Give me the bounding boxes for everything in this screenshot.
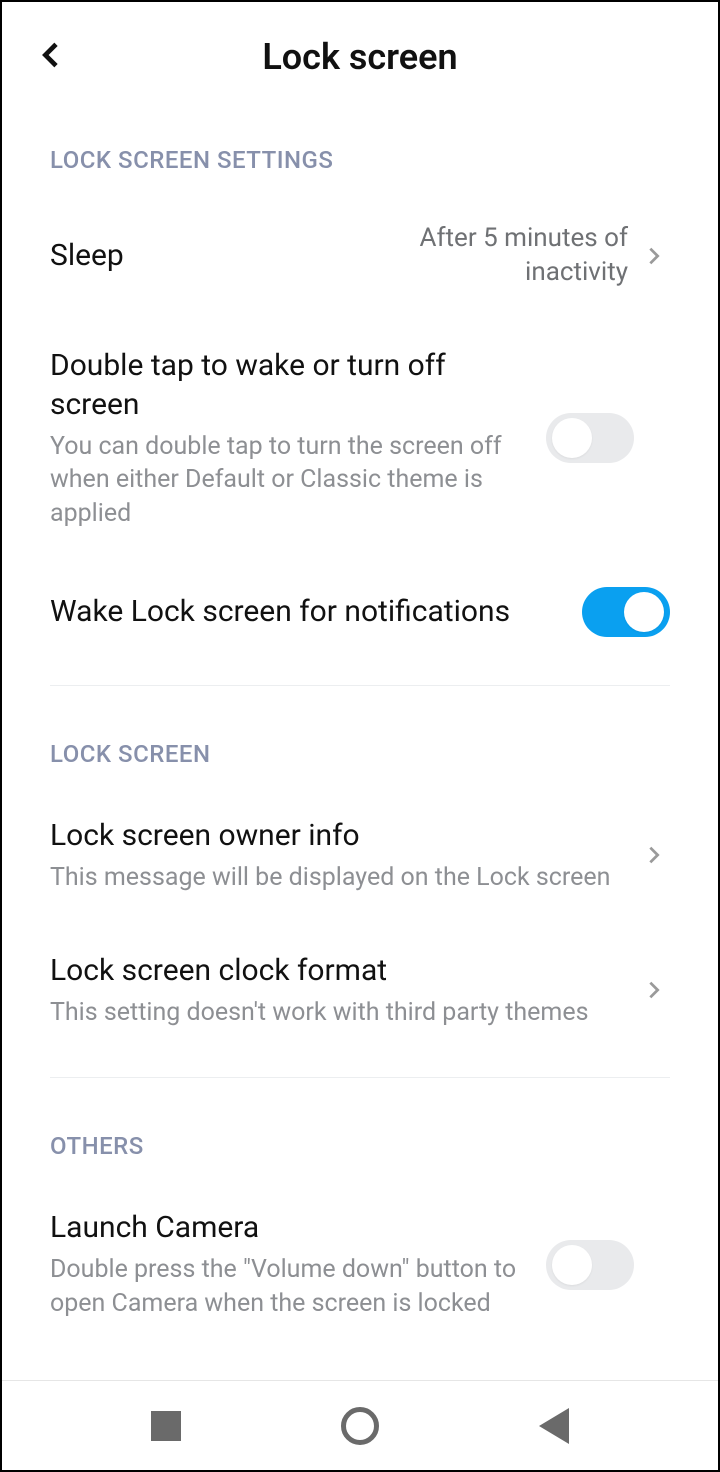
row-sub: You can double tap to turn the screen of…: [50, 430, 530, 531]
row-clock-format[interactable]: Lock screen clock format This setting do…: [2, 923, 718, 1058]
nav-home-button[interactable]: [330, 1396, 390, 1456]
chevron-right-icon: [638, 974, 670, 1006]
row-main: Launch Camera Double press the "Volume d…: [50, 1208, 530, 1321]
toggle-wake-notifications[interactable]: [582, 587, 670, 637]
row-title: Launch Camera: [50, 1208, 530, 1247]
row-wake-notifications[interactable]: Wake Lock screen for notifications: [2, 559, 718, 665]
nav-recents-button[interactable]: [136, 1396, 196, 1456]
row-title: Lock screen clock format: [50, 951, 634, 990]
row-title: Double tap to wake or turn off screen: [50, 346, 530, 424]
section-label-lockscreen: LOCK SCREEN: [2, 686, 718, 788]
toggle-double-tap[interactable]: [546, 413, 634, 463]
chevron-right-icon: [638, 839, 670, 871]
navigation-bar: [2, 1380, 718, 1470]
toggle-knob: [552, 1245, 592, 1285]
row-main: Sleep: [50, 236, 368, 275]
row-title: Wake Lock screen for notifications: [50, 592, 566, 631]
row-main: Wake Lock screen for notifications: [50, 592, 566, 631]
row-main: Double tap to wake or turn off screen Yo…: [50, 346, 530, 531]
triangle-left-icon: [539, 1408, 569, 1444]
row-sub: This message will be displayed on the Lo…: [50, 861, 634, 895]
row-launch-camera[interactable]: Launch Camera Double press the "Volume d…: [2, 1180, 718, 1349]
section-label-settings: LOCK SCREEN SETTINGS: [2, 112, 718, 194]
row-main: Lock screen clock format This setting do…: [50, 951, 634, 1030]
nav-back-button[interactable]: [524, 1396, 584, 1456]
header: Lock screen: [2, 2, 718, 112]
circle-icon: [341, 1407, 379, 1445]
toggle-knob: [552, 418, 592, 458]
row-title: Lock screen owner info: [50, 816, 634, 855]
page-title: Lock screen: [22, 36, 698, 78]
toggle-knob: [624, 592, 664, 632]
row-title: Sleep: [50, 236, 368, 275]
square-icon: [151, 1411, 181, 1441]
row-sub: Double press the "Volume down" button to…: [50, 1253, 530, 1321]
row-value: After 5 minutes of inactivity: [368, 222, 628, 290]
section-label-others: OTHERS: [2, 1078, 718, 1180]
chevron-right-icon: [638, 240, 670, 272]
row-main: Lock screen owner info This message will…: [50, 816, 634, 895]
row-double-tap[interactable]: Double tap to wake or turn off screen Yo…: [2, 318, 718, 559]
toggle-launch-camera[interactable]: [546, 1240, 634, 1290]
row-sub: This setting doesn't work with third par…: [50, 996, 634, 1030]
row-sleep[interactable]: Sleep After 5 minutes of inactivity: [2, 194, 718, 318]
row-owner-info[interactable]: Lock screen owner info This message will…: [2, 788, 718, 923]
